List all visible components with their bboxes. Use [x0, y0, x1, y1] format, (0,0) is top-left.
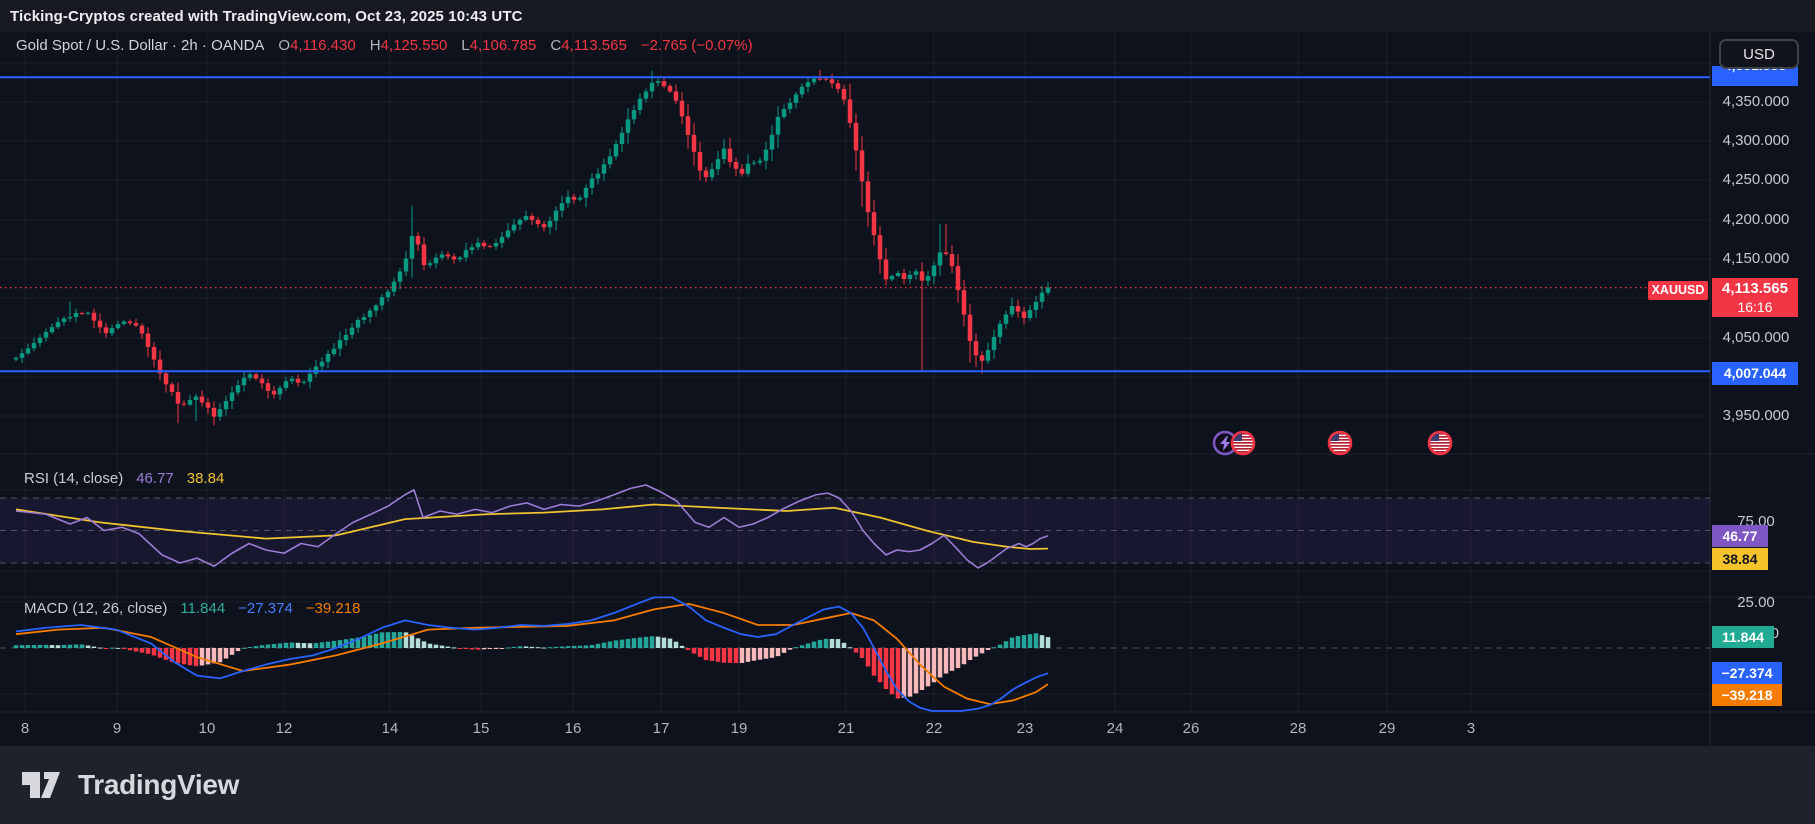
- us-flag-event-icon[interactable]: [1327, 430, 1353, 456]
- time-tick-label: 26: [1182, 720, 1200, 737]
- time-tick-label: 12: [275, 720, 293, 737]
- price-tick-label: 3,950.000: [1722, 407, 1790, 424]
- last-price-label: 4,113.565 16:16: [1712, 278, 1798, 317]
- macd-legend[interactable]: MACD (12, 26, close) 11.844 −27.374 −39.…: [24, 600, 360, 617]
- footer-brand-bar: TradingView: [0, 746, 1815, 824]
- tradingview-logo-icon[interactable]: [20, 769, 66, 801]
- time-tick-label: 24: [1106, 720, 1124, 737]
- time-tick-label: 8: [20, 720, 30, 737]
- rsi-value-label: 46.77: [1712, 525, 1768, 547]
- time-tick-label: 14: [381, 720, 399, 737]
- time-tick-label: 23: [1016, 720, 1034, 737]
- price-tick-label: 4,050.000: [1722, 329, 1790, 346]
- price-tick-label: 4,200.000: [1722, 211, 1790, 228]
- change-value: −2.765 (−0.07%): [640, 37, 753, 54]
- time-axis[interactable]: 8 9 10 12 14 15 16 17 19 21 22 23 24 26 28 29 3: [0, 712, 1710, 746]
- ohlc-item: H4,125.550: [369, 37, 448, 54]
- us-flag-event-icon[interactable]: [1427, 430, 1453, 456]
- tradingview-wordmark[interactable]: TradingView: [78, 769, 239, 801]
- symbol-title: Gold Spot / U.S. Dollar · 2h · OANDA: [16, 37, 265, 54]
- macd-line-value-label: −27.374: [1712, 662, 1782, 684]
- time-tick-label: 15: [472, 720, 490, 737]
- price-tick-label: 4,300.000: [1722, 132, 1790, 149]
- price-line-symbol-tag: XAUUSD: [1648, 281, 1708, 300]
- macd-hist-value-label: 11.844: [1712, 626, 1774, 648]
- macd-signal-value-label: −39.218: [1712, 684, 1782, 706]
- rsi-title: RSI (14, close): [24, 470, 124, 487]
- ohlc-values: O4,116.430 H4,125.550 L4,106.785 C4,113.565: [278, 37, 626, 54]
- macd-line-value: −27.374: [238, 600, 293, 617]
- time-tick-label: 21: [837, 720, 855, 737]
- currency-label: USD: [1743, 45, 1775, 63]
- macd-hist-value: 11.844: [180, 600, 226, 617]
- ohlc-item: L4,106.785: [461, 37, 537, 54]
- rsi-axis-tick-lower: 25.00: [1737, 594, 1775, 611]
- time-tick-label: 10: [198, 720, 216, 737]
- time-tick-label: 3: [1466, 720, 1476, 737]
- time-tick-label: 22: [925, 720, 943, 737]
- price-tick-label: 4,250.000: [1722, 171, 1790, 188]
- tradingview-snapshot: Ticking-Cryptos created with TradingView…: [0, 0, 1815, 824]
- ohlc-item: O4,116.430: [278, 37, 356, 54]
- time-tick-label: 9: [112, 720, 122, 737]
- macd-signal-value: −39.218: [305, 600, 361, 617]
- rsi-value: 46.77: [136, 470, 174, 487]
- resistance-price-label: 4,381.588: [1712, 66, 1798, 86]
- bar-countdown: 16:16: [1737, 299, 1773, 315]
- support-price-label: 4,007.044: [1712, 362, 1798, 385]
- price-tick-label: 4,350.000: [1722, 93, 1790, 110]
- ohlc-item: C4,113.565: [550, 37, 627, 54]
- time-tick-label: 29: [1378, 720, 1396, 737]
- price-tick-label: 4,150.000: [1722, 250, 1790, 267]
- price-axis[interactable]: 4,350.000 4,300.000 4,250.000 4,200.000 4,15…: [1710, 32, 1815, 746]
- time-tick-label: 28: [1289, 720, 1307, 737]
- rsi-ma-value: 38.84: [186, 470, 225, 487]
- currency-toggle-button[interactable]: USD: [1719, 39, 1799, 69]
- symbol-legend[interactable]: Gold Spot / U.S. Dollar · 2h · OANDA O4,…: [16, 37, 753, 54]
- macd-title: MACD (12, 26, close): [24, 600, 168, 617]
- time-tick-label: 17: [652, 720, 670, 737]
- rsi-ma-value-label: 38.84: [1712, 548, 1768, 570]
- rsi-legend[interactable]: RSI (14, close) 46.77 38.84: [24, 470, 224, 487]
- time-tick-label: 19: [730, 720, 748, 737]
- chart-canvas[interactable]: [0, 0, 1815, 746]
- time-tick-label: 16: [564, 720, 582, 737]
- us-flag-event-icon[interactable]: [1230, 430, 1256, 456]
